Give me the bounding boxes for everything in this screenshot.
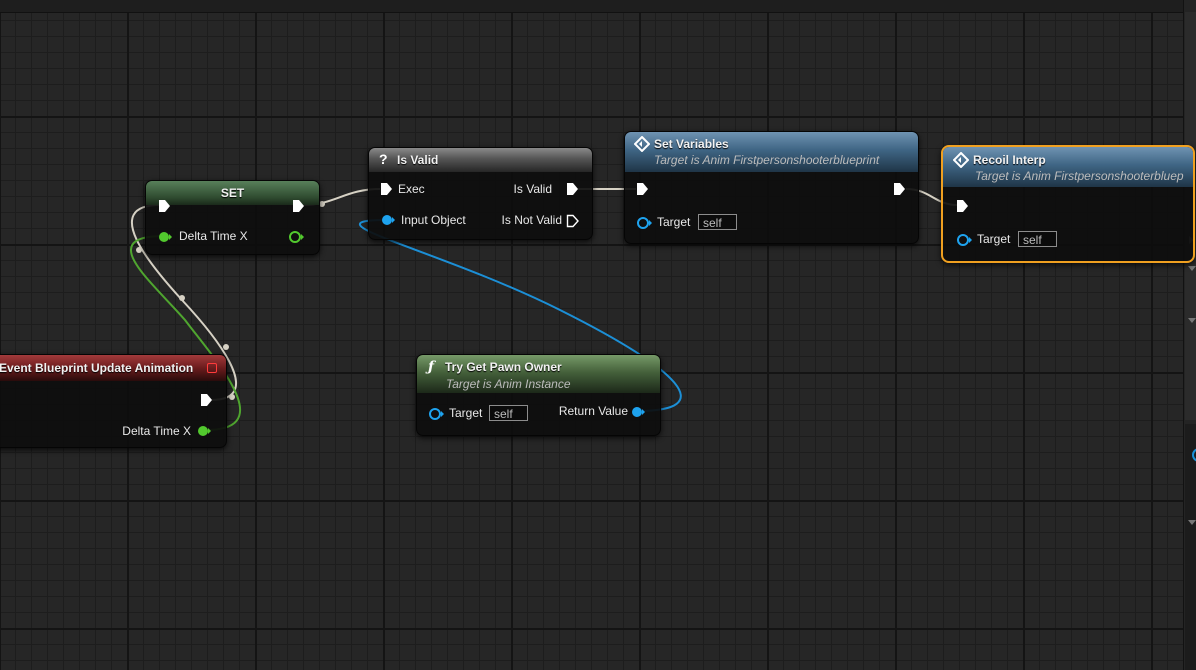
chevron-down-icon[interactable] [1188,318,1196,323]
blueprint-graph-canvas[interactable] [0,0,1183,670]
object-input-pin[interactable] [381,214,395,226]
is-not-valid-exec-out-pin[interactable] [566,214,580,228]
float-output-pin[interactable] [197,425,211,437]
target-value-field[interactable]: self [698,214,737,230]
delta-time-input-label: Delta Time X [179,229,248,243]
set-node[interactable]: SET Delta Time X [145,180,320,255]
target-value-field[interactable]: self [1018,231,1057,247]
recoil-interp-subtitle: Target is Anim Firstpersonshooterbluep [975,169,1184,183]
recoil-interp-node[interactable]: Recoil Interp Target is Anim Firstperson… [941,145,1195,263]
input-object-label: Input Object [401,213,466,227]
float-input-pin[interactable] [158,230,172,244]
diamond-icon [634,136,650,152]
target-label: Target [977,232,1011,246]
event-update-animation-node[interactable]: Event Blueprint Update Animation Delta T… [0,354,227,448]
exec-label: Exec [398,182,425,196]
target-pin[interactable] [956,233,972,247]
event-node-title: Event Blueprint Update Animation [0,361,194,375]
is-valid-exec-out-pin[interactable] [566,182,580,196]
exec-in-pin[interactable] [636,182,650,196]
target-value-field[interactable]: self [489,405,528,421]
diamond-icon [953,152,969,168]
chevron-down-icon[interactable] [1188,520,1196,525]
set-variables-subtitle: Target is Anim Firstpersonshooterbluepri… [654,153,880,167]
try-get-pawn-owner-node[interactable]: ƒ Try Get Pawn Owner Target is Anim Inst… [416,354,661,436]
target-label: Target [449,406,483,420]
set-variables-title: Set Variables [654,137,729,151]
delta-time-output-label: Delta Time X [122,424,191,438]
target-pin[interactable] [636,216,652,230]
recoil-interp-title: Recoil Interp [973,153,1046,167]
delegate-pin-icon[interactable] [207,363,217,373]
is-valid-node-header: ? Is Valid [369,148,592,172]
float-output-pin[interactable] [288,230,304,244]
set-node-title: SET [220,186,245,200]
recoil-interp-header: Recoil Interp Target is Anim Firstperson… [943,147,1193,187]
object-output-pin[interactable] [631,406,645,418]
question-icon: ? [379,151,388,167]
event-node-header: Event Blueprint Update Animation [0,355,226,381]
is-valid-output-label: Is Valid [513,182,552,196]
is-not-valid-label: Is Not Valid [501,213,562,227]
try-get-pawn-subtitle: Target is Anim Instance [446,377,571,391]
is-valid-node[interactable]: ? Is Valid Exec Is Valid Input Object Is… [368,147,593,240]
try-get-pawn-header: ƒ Try Get Pawn Owner Target is Anim Inst… [417,355,660,393]
exec-in-pin[interactable] [158,199,172,213]
is-valid-title: Is Valid [397,153,439,167]
return-value-label: Return Value [558,404,628,418]
exec-in-pin[interactable] [956,199,970,213]
details-panel-edge [1183,0,1196,670]
set-variables-header: Set Variables Target is Anim Firstperson… [625,132,918,172]
exec-out-pin[interactable] [200,393,214,407]
try-get-pawn-title: Try Get Pawn Owner [445,360,562,374]
exec-in-pin[interactable] [380,182,394,196]
function-icon: ƒ [428,359,435,375]
exec-out-pin[interactable] [292,199,306,213]
exec-out-pin[interactable] [893,182,907,196]
target-label: Target [657,215,691,229]
top-toolbar-strip [0,0,1183,13]
set-variables-node[interactable]: Set Variables Target is Anim Firstperson… [624,131,919,244]
chevron-down-icon[interactable] [1188,266,1196,271]
target-pin[interactable] [428,407,444,421]
